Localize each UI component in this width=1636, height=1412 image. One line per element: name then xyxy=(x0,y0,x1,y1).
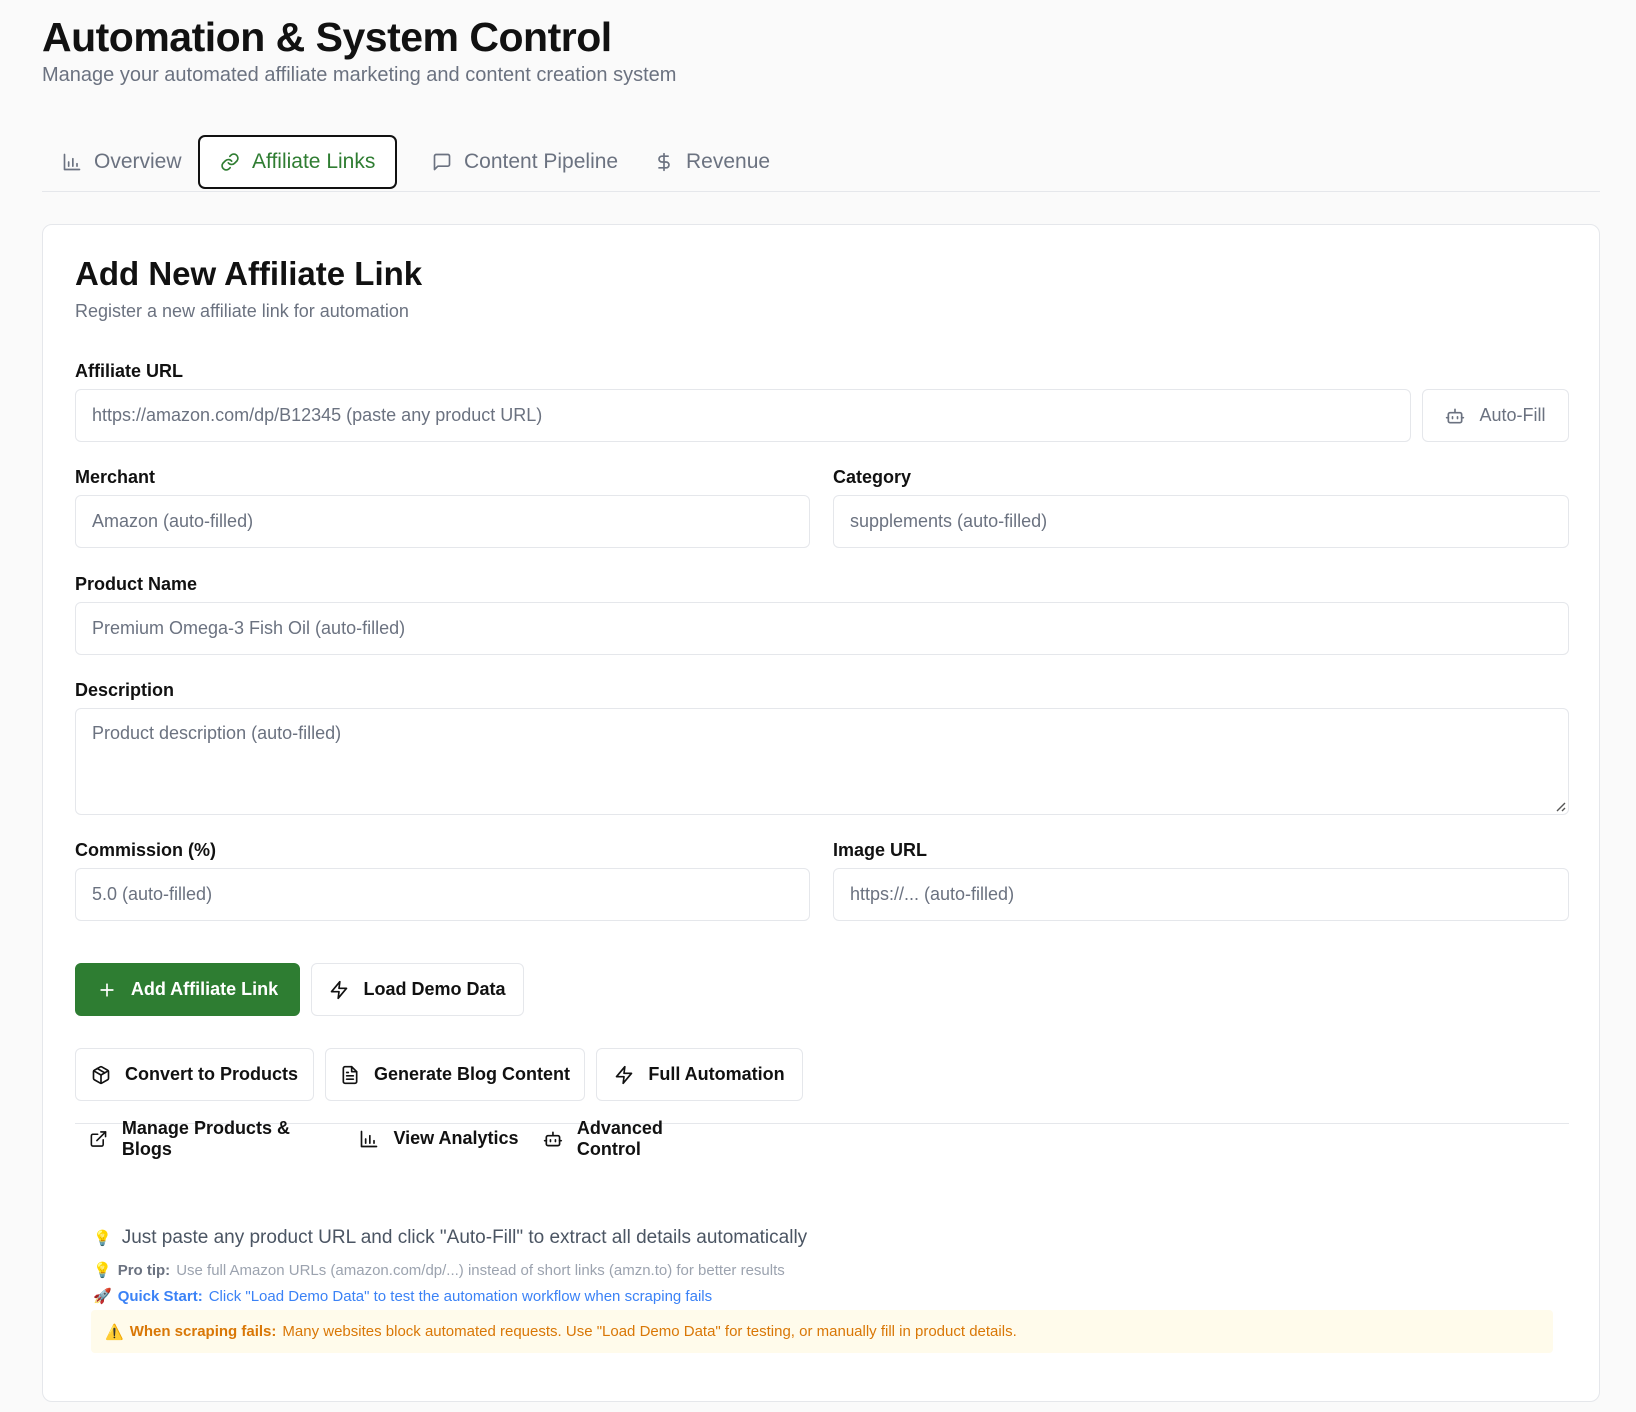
scraping-warning: ⚠️ When scraping fails: Many websites bl… xyxy=(91,1310,1553,1353)
bot-icon xyxy=(543,1131,563,1146)
tab-content-pipeline[interactable]: Content Pipeline xyxy=(412,135,638,189)
button-label: Full Automation xyxy=(648,1064,785,1084)
quick-start-label: Quick Start: xyxy=(117,1287,203,1305)
external-link-icon xyxy=(90,1130,107,1147)
card-subtitle: Register a new affiliate link for automa… xyxy=(75,301,409,321)
affiliate-url-input[interactable]: https://amazon.com/dp/B12345 (paste any … xyxy=(75,389,1411,442)
convert-to-products-button[interactable]: Convert to Products xyxy=(75,1048,314,1101)
zap-icon xyxy=(331,980,348,999)
page-title: Automation & System Control xyxy=(42,14,612,60)
add-affiliate-link-button[interactable]: Add Affiliate Link xyxy=(75,963,300,1016)
quick-start: 🚀 Quick Start: Click "Load Demo Data" to… xyxy=(93,1287,713,1306)
product-name-label: Product Name xyxy=(75,574,198,594)
tab-label: Overview xyxy=(94,150,182,173)
button-label: Add Affiliate Link xyxy=(130,979,279,999)
button-label: Load Demo Data xyxy=(363,979,506,999)
bot-icon xyxy=(1446,408,1465,423)
affiliate-url-label: Affiliate URL xyxy=(75,361,183,381)
tab-label: Content Pipeline xyxy=(464,150,619,173)
load-demo-data-button[interactable]: Load Demo Data xyxy=(311,963,524,1016)
warning-icon: ⚠️ xyxy=(105,1323,124,1341)
warning-label: When scraping fails: xyxy=(129,1323,277,1340)
card-title: Add New Affiliate Link xyxy=(75,255,423,292)
button-label: Generate Blog Content xyxy=(373,1064,570,1084)
hint-text: Just paste any product URL and click "Au… xyxy=(121,1227,808,1248)
add-link-card: Add New Affiliate Link Register a new af… xyxy=(42,224,1600,1402)
tab-label: Revenue xyxy=(686,150,771,173)
pro-tip-text: Use full Amazon URLs (amazon.com/dp/...)… xyxy=(176,1261,785,1279)
generate-blog-content-button[interactable]: Generate Blog Content xyxy=(325,1048,585,1101)
link-label: Manage Products & Blogs xyxy=(121,1117,290,1159)
zap-icon xyxy=(616,1065,633,1084)
link-label: Advanced Control xyxy=(576,1117,663,1159)
plus-icon xyxy=(100,982,114,997)
lightbulb-icon: 💡 xyxy=(93,1262,112,1279)
merchant-label: Merchant xyxy=(75,467,156,487)
bar-chart-icon xyxy=(63,153,81,171)
lightbulb-icon: 💡 xyxy=(93,1230,112,1247)
advanced-control-link[interactable]: Advanced Control xyxy=(543,1112,731,1165)
commission-label: Commission (%) xyxy=(75,840,217,860)
tab-affiliate-links[interactable]: Affiliate Links xyxy=(198,135,398,189)
dollar-icon xyxy=(658,152,670,172)
auto-fill-button[interactable]: Auto-Fill xyxy=(1422,389,1569,442)
link-label: View Analytics xyxy=(393,1128,519,1148)
image-url-label: Image URL xyxy=(833,840,928,860)
button-label: Convert to Products xyxy=(124,1064,298,1084)
tab-label: Affiliate Links xyxy=(252,150,376,173)
resize-handle-icon[interactable] xyxy=(1552,798,1566,812)
auto-fill-hint: 💡 Just paste any product URL and click "… xyxy=(93,1227,807,1249)
manage-products-blogs-link[interactable]: Manage Products & Blogs xyxy=(89,1112,333,1165)
commission-input[interactable]: 5.0 (auto-filled) xyxy=(75,868,810,921)
description-textarea[interactable]: Product description (auto-filled) xyxy=(75,708,1569,815)
tab-revenue[interactable]: Revenue xyxy=(634,135,790,189)
rocket-icon: 🚀 xyxy=(93,1288,112,1305)
warning-text: Many websites block automated requests. … xyxy=(282,1323,1017,1340)
category-input[interactable]: supplements (auto-filled) xyxy=(833,495,1569,548)
message-square-icon xyxy=(433,153,451,171)
page-subtitle: Manage your automated affiliate marketin… xyxy=(42,64,677,86)
quick-start-text: Click "Load Demo Data" to test the autom… xyxy=(208,1287,713,1305)
link-icon xyxy=(221,153,239,171)
view-analytics-link[interactable]: View Analytics xyxy=(359,1112,519,1165)
description-label: Description xyxy=(75,680,175,700)
merchant-input[interactable]: Amazon (auto-filled) xyxy=(75,495,810,548)
full-automation-button[interactable]: Full Automation xyxy=(596,1048,803,1101)
tab-overview[interactable]: Overview xyxy=(42,135,202,189)
description-placeholder: Product description (auto-filled) xyxy=(92,723,342,743)
pro-tip: 💡 Pro tip: Use full Amazon URLs (amazon.… xyxy=(93,1261,785,1280)
category-label: Category xyxy=(833,467,912,487)
bar-chart-icon xyxy=(361,1130,378,1147)
image-url-input[interactable]: https://... (auto-filled) xyxy=(833,868,1569,921)
package-icon xyxy=(92,1065,110,1084)
product-name-input[interactable]: Premium Omega-3 Fish Oil (auto-filled) xyxy=(75,602,1569,655)
tab-bar: Overview Affiliate Links Content Pipelin… xyxy=(42,133,1600,192)
auto-fill-label: Auto-Fill xyxy=(1479,405,1546,425)
pro-tip-label: Pro tip: xyxy=(117,1261,171,1279)
file-text-icon xyxy=(342,1065,358,1084)
